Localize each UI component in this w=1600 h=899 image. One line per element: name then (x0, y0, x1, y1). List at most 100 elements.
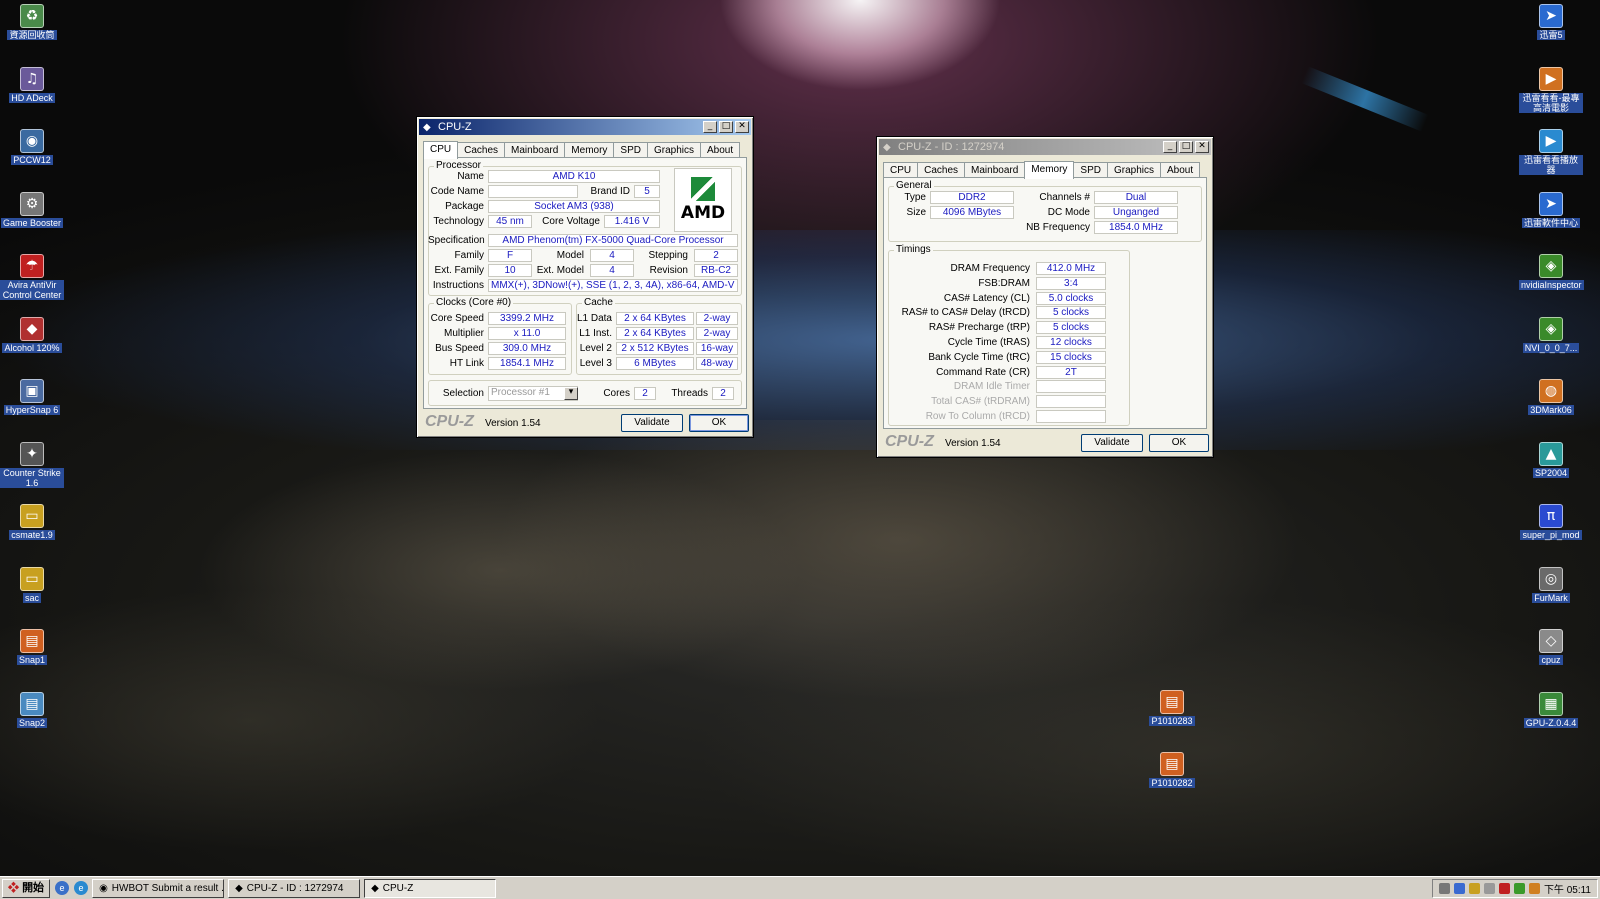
l1inst-way: 2-way (696, 327, 738, 340)
keyboard-tray-icon[interactable] (1438, 882, 1450, 894)
network-tray-icon[interactable] (1453, 882, 1465, 894)
cpuz-cpu-window[interactable]: ◆ CPU-Z _ □ ✕ CPU Caches Mainboard Memory SP… (416, 116, 754, 438)
tab-memory[interactable]: Memory (1024, 161, 1075, 179)
busspeed-label: Bus Speed (435, 343, 484, 354)
desktop-icon-right_icons-4[interactable]: ◈ nvidiaInspector (1519, 254, 1584, 290)
group-title: Processor (434, 160, 484, 171)
desktop-icon-left_icons-1[interactable]: ♫ HD ADeck (0, 66, 64, 103)
desktop-icon-label: Snap2 (16, 717, 48, 728)
taskbar-button[interactable]: ◆ CPU-Z (364, 878, 497, 898)
taskbar: ❖ 開始 e e ◉ HWBOT Submit a result ... ◆ CPU-… (0, 876, 1600, 899)
clock-tray-icon[interactable] (1483, 882, 1495, 894)
ok-button[interactable]: OK (689, 414, 749, 432)
tab-graphics[interactable]: Graphics (1106, 162, 1161, 178)
desktop-icon-left_icons-4[interactable]: ☂ Avira AntiVir Control Center (0, 254, 64, 300)
antivirus-tray-icon[interactable] (1498, 882, 1510, 894)
revision-label: Revision (649, 265, 688, 276)
cpuz-memory-window[interactable]: ◆ CPU-Z - ID : 1272974 _ □ ✕ CPU Caches Ma… (876, 136, 1214, 458)
close-icon[interactable]: ✕ (1195, 141, 1209, 153)
validate-button[interactable]: Validate (621, 414, 683, 432)
cpuz-app-icon: ◆ (235, 882, 243, 894)
ok-button[interactable]: OK (1149, 434, 1209, 452)
timing-value: 15 clocks (1036, 350, 1106, 364)
tab-cpu[interactable]: CPU (423, 141, 459, 159)
speaker-tray-icon[interactable] (1468, 882, 1480, 894)
desktop-icon-label: super_pi_mod (1520, 530, 1582, 540)
timing-value: 3:4 (1036, 276, 1106, 290)
group-title: General (894, 180, 934, 191)
tray-clock[interactable]: 下午 05:11 (1544, 881, 1591, 896)
maximize-icon[interactable]: □ (719, 121, 733, 133)
app-icon: ◉ (20, 129, 44, 153)
timing-label: Cycle Time (tRAS) (947, 337, 1030, 348)
desktop-icon-left_icons-9[interactable]: ▭ sac (0, 566, 64, 603)
cpu-tab-strip: CPU Caches Mainboard Memory SPD Graphics About (423, 140, 747, 159)
tab-about[interactable]: About (1160, 162, 1201, 178)
app-icon: ◈ (1539, 254, 1563, 278)
brandid-label: Brand ID (590, 186, 630, 197)
desktop-icon-right_icons-1[interactable]: ▶ 迅雷看看-最專高清電影 (1519, 66, 1583, 113)
desktop-icon-right_icons-5[interactable]: ◈ NVI_0_0_7... (1519, 316, 1583, 353)
desktop-icon-label: FurMark (1532, 592, 1570, 603)
chevron-down-icon[interactable]: ▾ (564, 387, 578, 400)
desktop-icon-right_icons-7[interactable]: ▲ SP2004 (1519, 441, 1583, 478)
nvidia-tray-icon[interactable] (1513, 882, 1525, 894)
notes-tray-icon[interactable] (1528, 882, 1540, 894)
corespeed-value: 3399.2 MHz (488, 312, 566, 325)
desktop-icon-left_icons-5[interactable]: ◆ Alcohol 120% (0, 316, 64, 353)
close-icon[interactable]: ✕ (735, 121, 749, 133)
group-title: Clocks (Core #0) (434, 297, 514, 308)
minimize-icon[interactable]: _ (703, 121, 717, 133)
maximize-icon[interactable]: □ (1179, 141, 1193, 153)
window-titlebar[interactable]: ◆ CPU-Z - ID : 1272974 _ □ ✕ (879, 139, 1211, 155)
desktop-icon-right_icons-10[interactable]: ◇ cpuz (1519, 629, 1583, 665)
desktop-icon-left_icons-2[interactable]: ◉ PCCW12 (0, 129, 64, 165)
name-label: Name (457, 171, 484, 182)
desktop-icon-right_icons-9[interactable]: ◎ FurMark (1519, 566, 1583, 603)
desktop-icon-left_icons-10[interactable]: ▤ Snap1 (0, 629, 64, 665)
desktop-icon-right_icons-11[interactable]: ▦ GPU-Z.0.4.4 (1519, 691, 1583, 728)
memory-tab-strip: CPU Caches Mainboard Memory SPD Graphics About (883, 160, 1207, 179)
desktop-icon-right_icons-0[interactable]: ➤ 迅雷5 (1519, 4, 1583, 40)
size-value: 4096 MBytes (930, 206, 1014, 219)
tab-caches[interactable]: Caches (917, 162, 966, 178)
tab-spd[interactable]: SPD (613, 142, 648, 158)
desktop-icon-label: HD ADeck (9, 92, 55, 103)
technology-value: 45 nm (488, 215, 532, 228)
app-icon: ◈ (1539, 316, 1563, 341)
desktop-icon-files-1[interactable]: ▤ P1010282 (1140, 752, 1204, 788)
desktop-icon-right_icons-8[interactable]: π super_pi_mod (1519, 504, 1583, 540)
desktop-icon-left_icons-8[interactable]: ▭ csmate1.9 (0, 504, 64, 540)
window-titlebar[interactable]: ◆ CPU-Z _ □ ✕ (419, 119, 751, 135)
timing-label: Command Rate (CR) (936, 366, 1030, 378)
l3-label: Level 3 (579, 358, 612, 369)
extfamily-value: 10 (488, 264, 532, 277)
desktop-icon-right_icons-6[interactable]: ◍ 3DMark06 (1519, 379, 1583, 415)
desktop-icon-left_icons-3[interactable]: ⚙ Game Booster (0, 191, 64, 228)
taskbar-button[interactable]: ◉ HWBOT Submit a result ... (92, 878, 225, 898)
validate-button[interactable]: Validate (1081, 434, 1143, 452)
tab-graphics[interactable]: Graphics (646, 142, 701, 158)
taskbar-button[interactable]: ◆ CPU-Z - ID : 1272974 (228, 878, 361, 898)
tab-memory[interactable]: Memory (564, 142, 615, 158)
amd-logo-mark (691, 177, 715, 201)
timing-value (1036, 380, 1106, 394)
tab-mainboard[interactable]: Mainboard (964, 162, 1026, 178)
tab-spd[interactable]: SPD (1073, 162, 1108, 178)
tab-cpu[interactable]: CPU (883, 162, 919, 178)
tab-about[interactable]: About (700, 142, 741, 158)
tab-caches[interactable]: Caches (457, 142, 506, 158)
browser-icon: ◉ (99, 882, 108, 894)
desktop-icon-left_icons-11[interactable]: ▤ Snap2 (0, 691, 64, 728)
start-button[interactable]: ❖ 開始 (2, 878, 51, 898)
desktop-icon-right_icons-2[interactable]: ▶ 迅雷看看播放器 (1519, 129, 1583, 175)
browser-quicklaunch-icon[interactable]: e (74, 881, 89, 895)
desktop-icon-files-0[interactable]: ▤ P1010283 (1140, 690, 1204, 726)
desktop-icon-left_icons-0[interactable]: ♻ 資源回收筒 (0, 4, 64, 40)
ie-quicklaunch-icon[interactable]: e (55, 881, 70, 895)
tab-mainboard[interactable]: Mainboard (504, 142, 566, 158)
minimize-icon[interactable]: _ (1163, 141, 1177, 153)
desktop-icon-right_icons-3[interactable]: ➤ 迅雷軟件中心 (1519, 191, 1583, 228)
desktop-icon-left_icons-7[interactable]: ✦ Counter Strike 1.6 (0, 441, 64, 488)
desktop-icon-left_icons-6[interactable]: ▣ HyperSnap 6 (0, 379, 64, 415)
